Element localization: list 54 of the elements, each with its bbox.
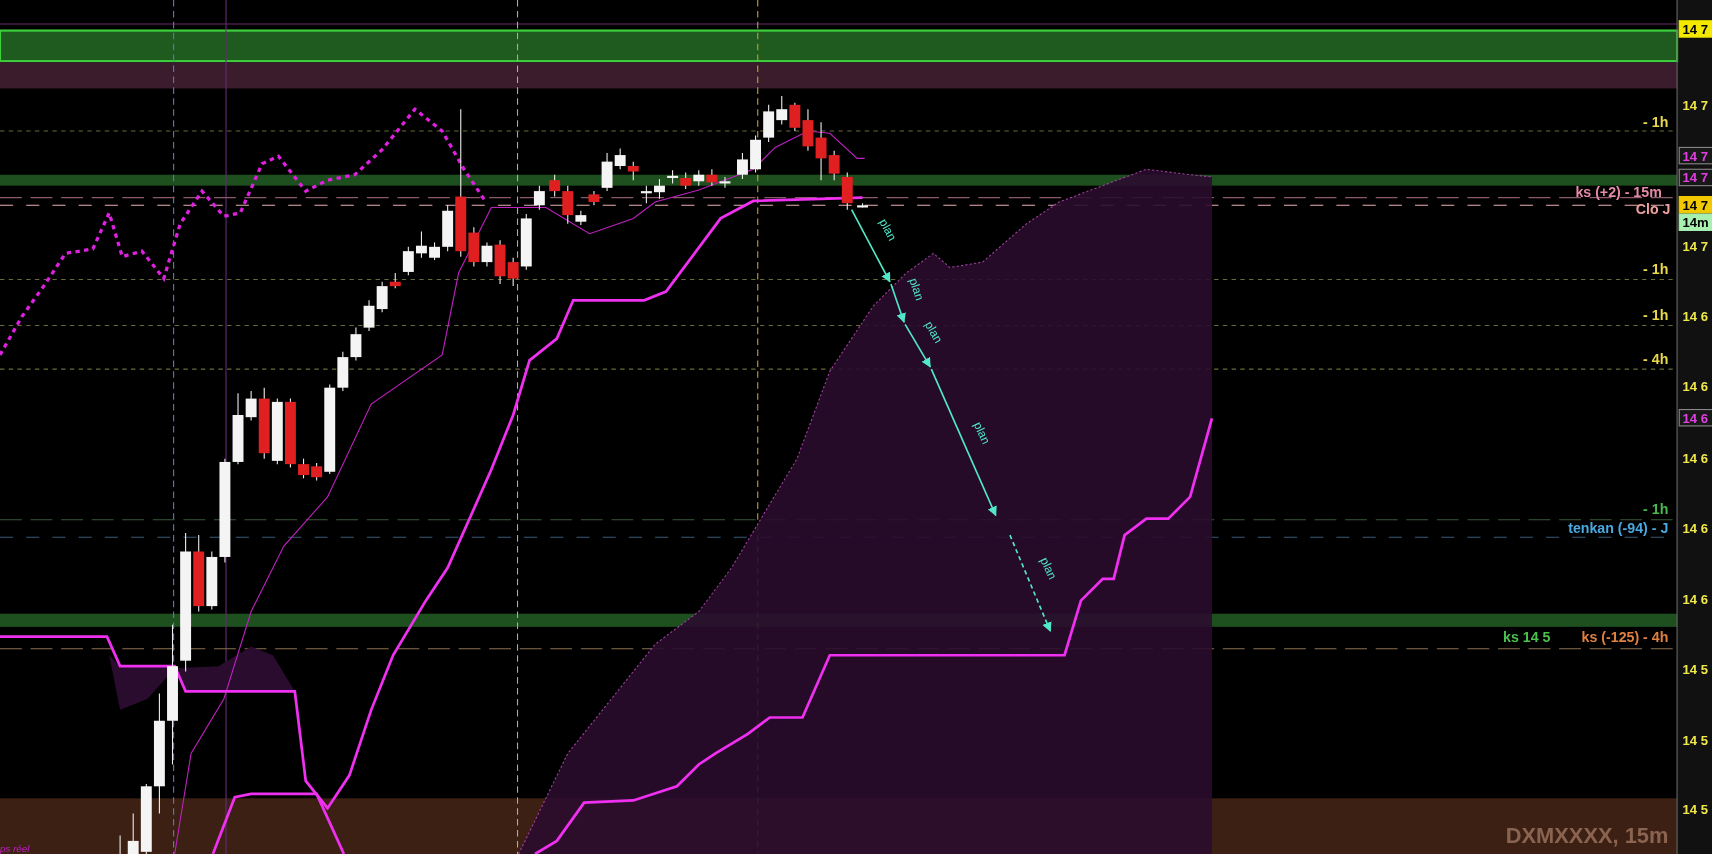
price-label: 14 6 [1682, 520, 1708, 536]
candlestick [533, 185, 545, 211]
level-label: ks (+2) - 15m [1575, 183, 1662, 200]
price-tag: 14 7 [1678, 146, 1712, 165]
price-label: 14 5 [1682, 801, 1708, 817]
level-label: ks (-125) - 4h [1581, 629, 1669, 646]
level-label: ks 14 5 [1503, 629, 1551, 646]
candlestick [640, 185, 652, 204]
level-label: - 1h [1643, 113, 1669, 130]
candlestick [416, 230, 427, 259]
candlestick [750, 134, 761, 174]
level-label: Clo J [1635, 201, 1671, 218]
price-label: 14 6 [1682, 309, 1708, 325]
plan-label: plan [906, 276, 927, 303]
plan-label: plan [922, 318, 946, 346]
price-label: 14 7 [1682, 239, 1708, 255]
candlestick [350, 327, 362, 361]
candlestick [841, 172, 853, 211]
level-label: - 4h [1643, 350, 1669, 367]
price-tag: 14 7 [1678, 196, 1712, 214]
candlestick [654, 178, 665, 200]
price-label: 14 6 [1682, 378, 1708, 394]
candlestick [119, 834, 121, 854]
level-label: - 1h [1643, 501, 1669, 518]
candlestick [667, 169, 679, 184]
candlestick [627, 161, 639, 181]
candlestick [763, 104, 775, 143]
level-label: - 1h [1643, 261, 1669, 278]
price-label: 14 7 [1682, 98, 1708, 114]
candlestick [776, 95, 788, 126]
plan-label: plan [876, 216, 900, 243]
candlestick [284, 398, 296, 468]
plan-label: plan [970, 419, 994, 447]
price-label: 14 6 [1682, 591, 1708, 607]
level-label: tenkan (-94) - J [1568, 519, 1669, 536]
candlestick [298, 458, 309, 479]
candlestick [693, 169, 705, 187]
price-label: 14 6 [1682, 451, 1708, 467]
price-label: 14 5 [1682, 732, 1708, 748]
level-label: - 1h [1643, 307, 1669, 323]
candlestick [271, 398, 283, 465]
status-label: ps réel [0, 842, 30, 854]
candlestick [857, 202, 868, 209]
price-tag: 14 7 [1678, 168, 1712, 187]
plan-label: plan [1037, 555, 1060, 582]
price-label: 14 5 [1682, 661, 1708, 677]
candlestick [680, 172, 692, 190]
candlestick [429, 241, 440, 261]
candlestick [737, 152, 748, 180]
symbol-label: DXMXXXX, 15m [1505, 823, 1669, 849]
price-tag: 14 6 [1678, 409, 1712, 427]
price-tag: 14m [1678, 213, 1712, 231]
price-tag: 14 7 [1678, 20, 1712, 38]
candlestick [363, 299, 375, 332]
